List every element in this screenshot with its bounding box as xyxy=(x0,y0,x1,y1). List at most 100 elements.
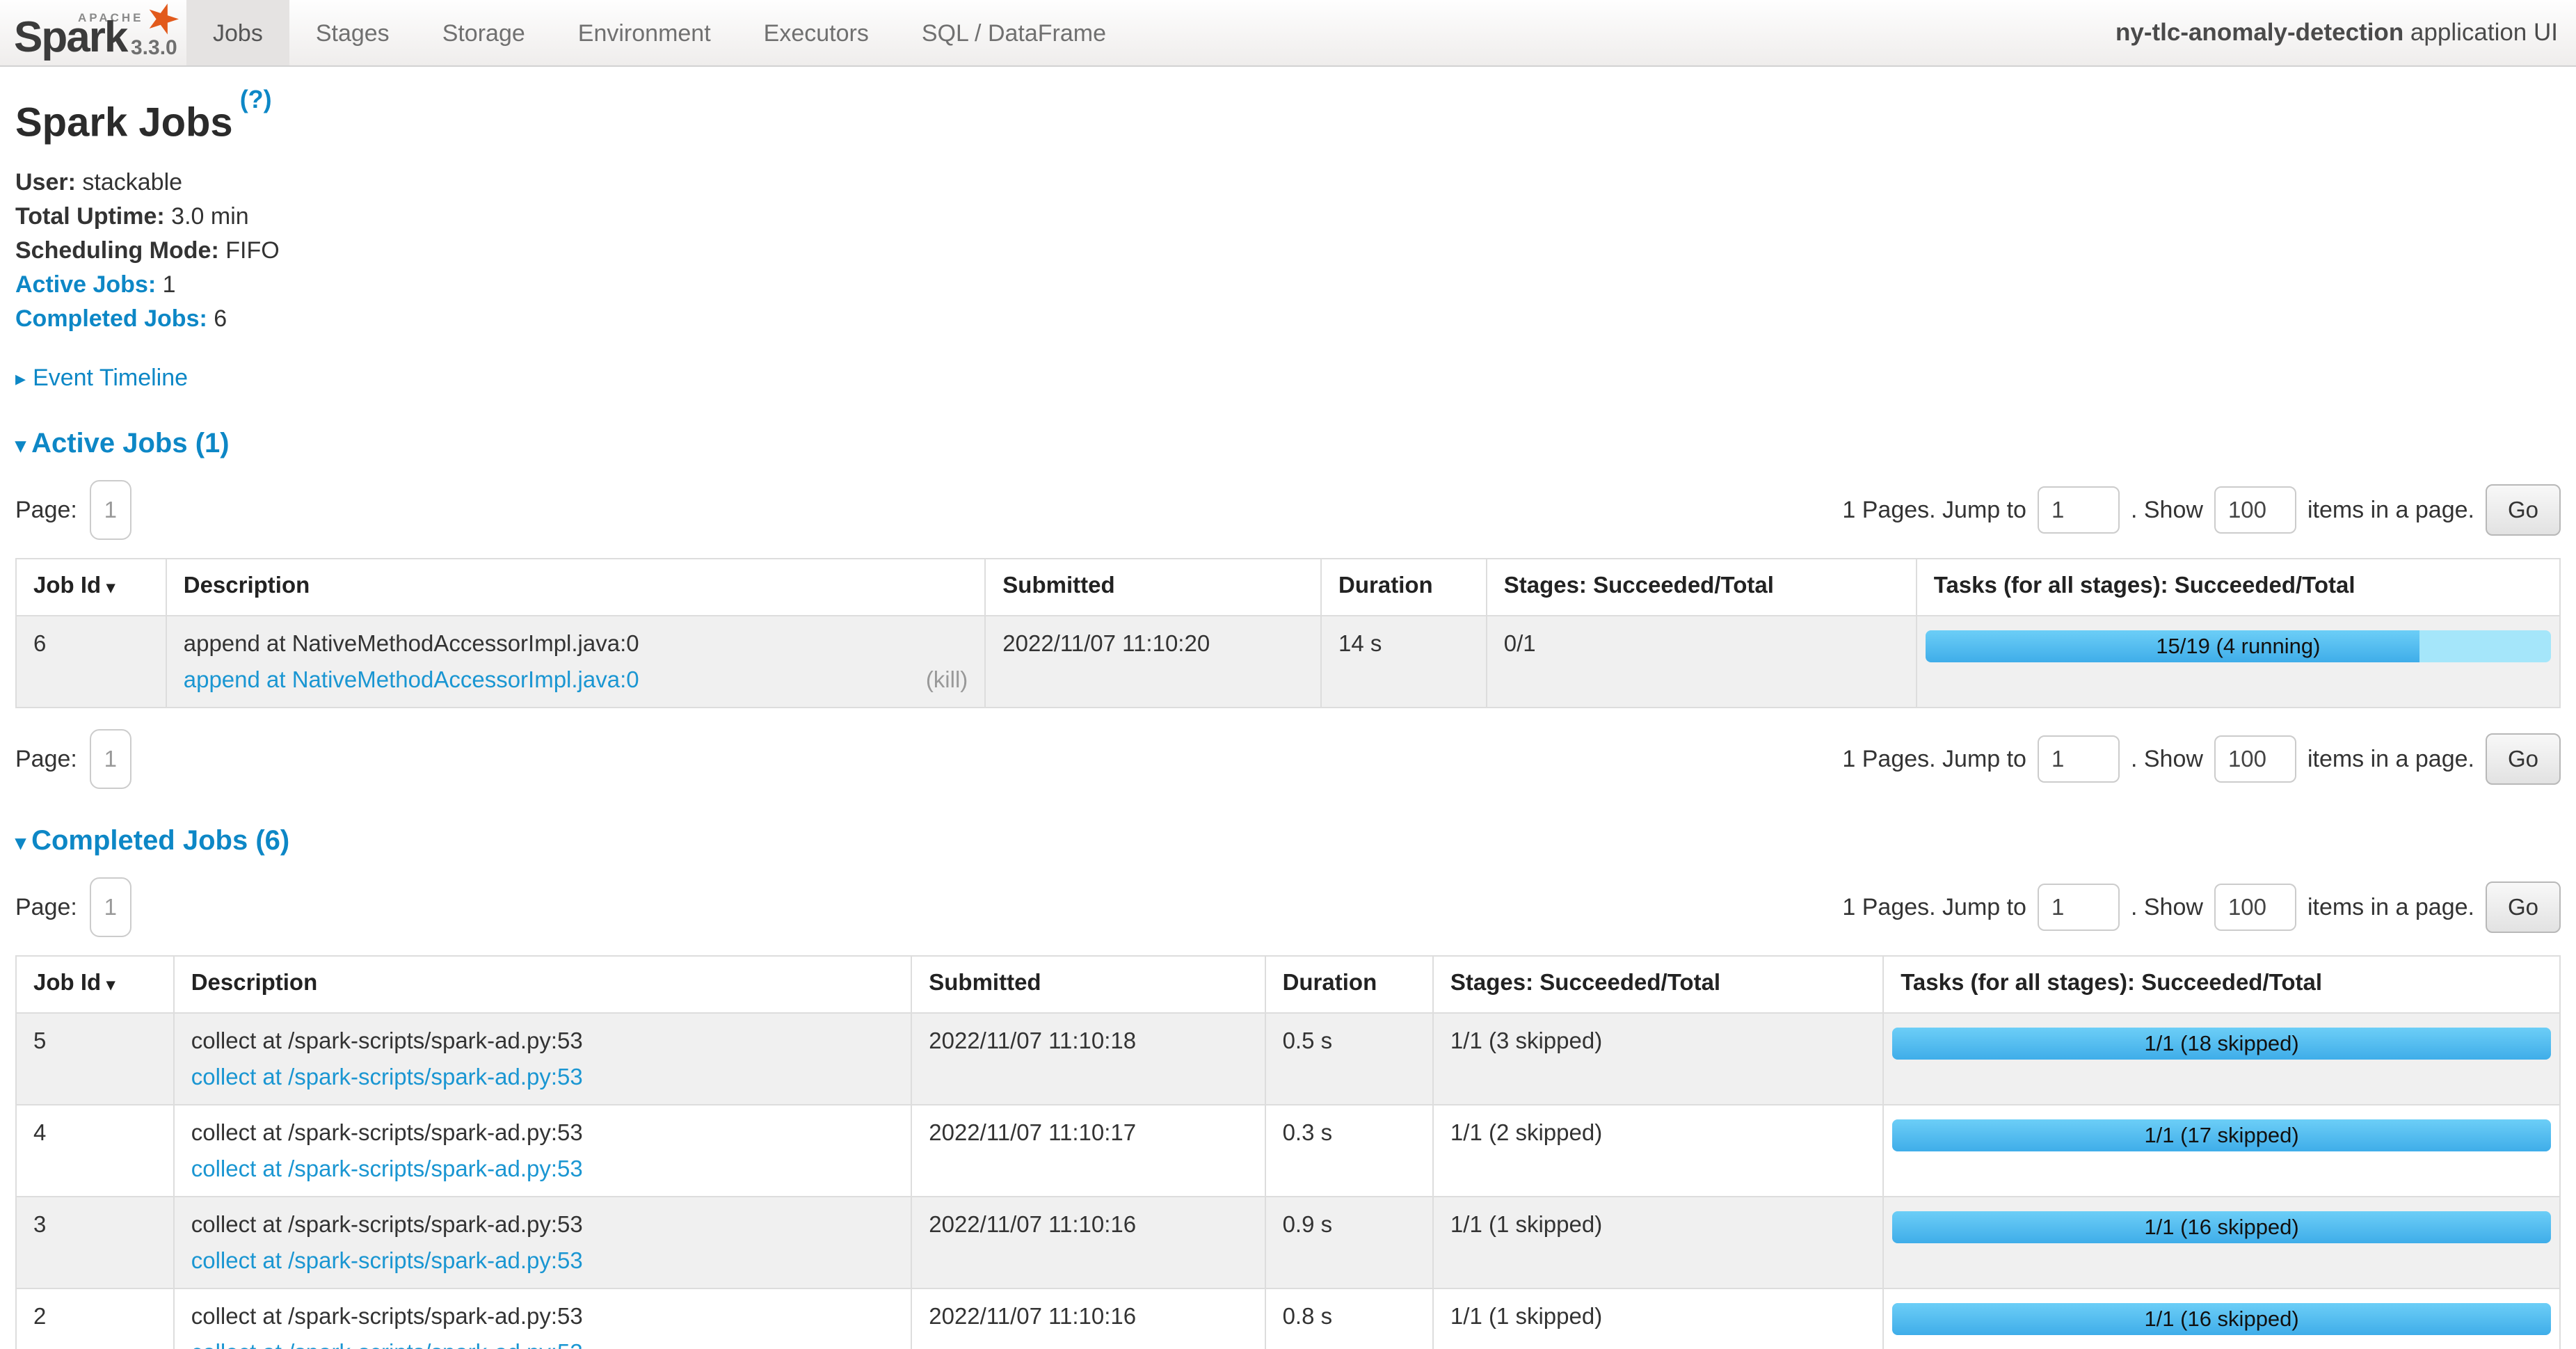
completed-jobs-heading-label: Completed Jobs (6) xyxy=(31,825,289,856)
cell-stages: 1/1 (1 skipped) xyxy=(1433,1197,1883,1288)
page-control: Page: xyxy=(15,877,131,937)
spark-logo-wordmark: Spark xyxy=(14,13,127,62)
jump-control: 1 Pages. Jump to . Show items in a page.… xyxy=(1842,733,2561,785)
nav-tabs: Jobs Stages Storage Environment Executor… xyxy=(186,0,1133,65)
col-submitted[interactable]: Submitted xyxy=(985,559,1321,616)
chevron-down-icon: ▾ xyxy=(15,831,26,854)
help-link[interactable]: (?) xyxy=(240,85,272,113)
items-per-page-input[interactable] xyxy=(2214,735,2296,783)
cell-submitted: 2022/11/07 11:10:16 xyxy=(911,1288,1265,1349)
tab-environment[interactable]: Environment xyxy=(552,0,737,65)
go-button[interactable]: Go xyxy=(2486,484,2561,536)
tab-executors[interactable]: Executors xyxy=(737,0,895,65)
col-stages[interactable]: Stages: Succeeded/Total xyxy=(1487,559,1917,616)
summary-uptime: Total Uptime: 3.0 min xyxy=(15,203,2561,230)
summary-user: User: stackable xyxy=(15,169,2561,196)
description-text: collect at /spark-scripts/spark-ad.py:53 xyxy=(191,1211,895,1238)
col-tasks[interactable]: Tasks (for all stages): Succeeded/Total xyxy=(1883,956,2560,1013)
job-detail-link[interactable]: collect at /spark-scripts/spark-ad.py:53 xyxy=(191,1247,583,1273)
cell-submitted: 2022/11/07 11:10:18 xyxy=(911,1013,1265,1105)
task-progress-bar: 15/19 (4 running) xyxy=(1926,630,2551,662)
col-job-id[interactable]: Job Id▾ xyxy=(16,956,174,1013)
kill-link[interactable]: (kill) xyxy=(926,666,968,693)
pages-jump-label: 1 Pages. Jump to xyxy=(1842,746,2026,773)
summary-scheduling-value: FIFO xyxy=(225,237,279,264)
go-button[interactable]: Go xyxy=(2486,881,2561,933)
active-pagination-top: Page: 1 Pages. Jump to . Show items in a… xyxy=(15,480,2561,540)
summary-uptime-label: Total Uptime: xyxy=(15,203,165,230)
page-label: Page: xyxy=(15,497,77,524)
col-description[interactable]: Description xyxy=(166,559,986,616)
cell-duration: 14 s xyxy=(1321,616,1487,708)
cell-tasks: 1/1 (16 skipped) xyxy=(1883,1197,2560,1288)
cell-job-id: 5 xyxy=(16,1013,174,1105)
spark-version: 3.3.0 xyxy=(131,36,177,60)
job-detail-link[interactable]: collect at /spark-scripts/spark-ad.py:53 xyxy=(191,1064,583,1089)
col-duration[interactable]: Duration xyxy=(1265,956,1433,1013)
page-number-input[interactable] xyxy=(90,729,131,789)
job-detail-link[interactable]: collect at /spark-scripts/spark-ad.py:53 xyxy=(191,1339,583,1349)
col-job-id[interactable]: Job Id▾ xyxy=(16,559,166,616)
cell-submitted: 2022/11/07 11:10:17 xyxy=(911,1105,1265,1197)
active-jobs-link[interactable]: Active Jobs: xyxy=(15,271,156,298)
page-number-input[interactable] xyxy=(90,877,131,937)
jump-to-input[interactable] xyxy=(2038,735,2120,783)
page-title-text: Spark Jobs xyxy=(15,99,233,145)
active-pagination-bottom: Page: 1 Pages. Jump to . Show items in a… xyxy=(15,729,2561,789)
items-per-page-input[interactable] xyxy=(2214,486,2296,534)
job-detail-link[interactable]: collect at /spark-scripts/spark-ad.py:53 xyxy=(191,1156,583,1181)
tab-stages[interactable]: Stages xyxy=(289,0,416,65)
summary-user-value: stackable xyxy=(82,169,182,195)
cell-stages: 1/1 (1 skipped) xyxy=(1433,1288,1883,1349)
cell-tasks: 1/1 (16 skipped) xyxy=(1883,1288,2560,1349)
summary-list: User: stackable Total Uptime: 3.0 min Sc… xyxy=(15,169,2561,333)
navbar: APACHE Spark ★ 3.3.0 Jobs Stages Storage… xyxy=(0,0,2576,67)
show-label: . Show xyxy=(2131,746,2203,773)
summary-active-jobs: Active Jobs: 1 xyxy=(15,271,2561,298)
jump-control: 1 Pages. Jump to . Show items in a page.… xyxy=(1842,484,2561,536)
cell-tasks: 1/1 (17 skipped) xyxy=(1883,1105,2560,1197)
col-description[interactable]: Description xyxy=(174,956,912,1013)
description-text: collect at /spark-scripts/spark-ad.py:53 xyxy=(191,1028,895,1054)
col-job-id-label: Job Id xyxy=(33,969,101,995)
col-tasks[interactable]: Tasks (for all stages): Succeeded/Total xyxy=(1917,559,2560,616)
completed-jobs-table: Job Id▾ Description Submitted Duration S… xyxy=(15,955,2561,1349)
completed-jobs-link[interactable]: Completed Jobs: xyxy=(15,305,207,332)
cell-stages: 1/1 (3 skipped) xyxy=(1433,1013,1883,1105)
items-label: items in a page. xyxy=(2307,894,2474,921)
tab-jobs[interactable]: Jobs xyxy=(186,0,289,65)
completed-table-header-row: Job Id▾ Description Submitted Duration S… xyxy=(16,956,2560,1013)
task-progress-bar: 1/1 (17 skipped) xyxy=(1892,1119,2551,1151)
jump-to-input[interactable] xyxy=(2038,884,2120,931)
event-timeline-toggle[interactable]: ▸Event Timeline xyxy=(15,365,2561,392)
cell-duration: 0.3 s xyxy=(1265,1105,1433,1197)
tab-sql-dataframe[interactable]: SQL / DataFrame xyxy=(895,0,1133,65)
table-row: 2 collect at /spark-scripts/spark-ad.py:… xyxy=(16,1288,2560,1349)
task-progress-label: 1/1 (16 skipped) xyxy=(1892,1303,2551,1335)
cell-stages: 1/1 (2 skipped) xyxy=(1433,1105,1883,1197)
items-per-page-input[interactable] xyxy=(2214,884,2296,931)
cell-duration: 0.9 s xyxy=(1265,1197,1433,1288)
summary-scheduling-mode: Scheduling Mode: FIFO xyxy=(15,237,2561,264)
jump-to-input[interactable] xyxy=(2038,486,2120,534)
summary-active-value: 1 xyxy=(163,271,176,298)
table-row: 6 append at NativeMethodAccessorImpl.jav… xyxy=(16,616,2560,708)
col-submitted[interactable]: Submitted xyxy=(911,956,1265,1013)
active-jobs-section-header[interactable]: ▾Active Jobs (1) xyxy=(15,428,2561,459)
col-duration[interactable]: Duration xyxy=(1321,559,1487,616)
cell-tasks: 15/19 (4 running) xyxy=(1917,616,2560,708)
items-label: items in a page. xyxy=(2307,746,2474,773)
chevron-right-icon: ▸ xyxy=(15,367,26,390)
description-text: collect at /spark-scripts/spark-ad.py:53 xyxy=(191,1303,895,1330)
page-number-input[interactable] xyxy=(90,480,131,540)
cell-job-id: 4 xyxy=(16,1105,174,1197)
job-detail-link[interactable]: append at NativeMethodAccessorImpl.java:… xyxy=(184,666,639,692)
application-name: ny-tlc-anomaly-detection application UI xyxy=(2115,19,2576,47)
spark-logo[interactable]: APACHE Spark ★ 3.3.0 xyxy=(0,0,186,65)
tab-storage[interactable]: Storage xyxy=(416,0,552,65)
col-stages[interactable]: Stages: Succeeded/Total xyxy=(1433,956,1883,1013)
go-button[interactable]: Go xyxy=(2486,733,2561,785)
cell-description: collect at /spark-scripts/spark-ad.py:53… xyxy=(174,1288,912,1349)
completed-jobs-section-header[interactable]: ▾Completed Jobs (6) xyxy=(15,825,2561,856)
cell-stages: 0/1 xyxy=(1487,616,1917,708)
